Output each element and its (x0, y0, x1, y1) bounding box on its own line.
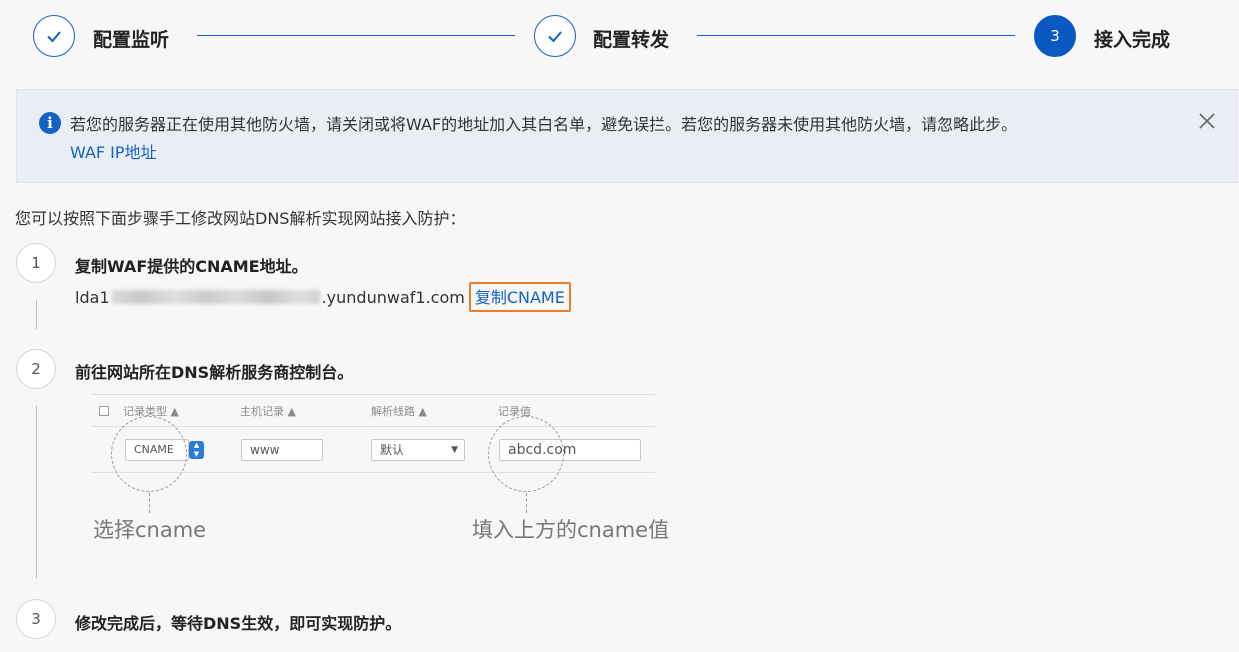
step-1-title: 复制WAF提供的CNAME地址。 (75, 257, 308, 276)
step-number-1: 1 (16, 243, 56, 283)
info-icon: i (39, 112, 61, 134)
intro-text: 您可以按照下面步骤手工修改网站DNS解析实现网站接入防护： (15, 209, 466, 228)
line-select: 默认 ▼ (371, 439, 465, 461)
step-2-check-icon (534, 15, 576, 57)
firewall-info-alert: i 若您的服务器正在使用其他防火墙，请关闭或将WAF的地址加入其白名单，避免误拦… (16, 89, 1238, 183)
stepper-arrows-icon: ▲ ▼ (189, 441, 204, 459)
progress-stepper: 配置监听 配置转发 3 接入完成 (0, 0, 1239, 80)
caption-fill-cname: 填入上方的cname值 (472, 518, 670, 542)
column-header-host: 主机记录 ▲ (240, 405, 296, 418)
step-1-label: 配置监听 (93, 29, 170, 51)
step-connector (197, 35, 515, 36)
waf-ip-link[interactable]: WAF IP地址 (70, 139, 157, 163)
step-1-check-icon (33, 15, 75, 57)
step-3-title: 修改完成后，等待DNS生效，即可实现防护。 (75, 614, 402, 633)
select-all-checkbox (99, 406, 109, 416)
step-3-number: 3 (1034, 15, 1076, 57)
step-3-label: 接入完成 (1094, 29, 1171, 51)
alert-message: 若您的服务器正在使用其他防火墙，请关闭或将WAF的地址加入其白名单，避免误拦。若… (70, 115, 1018, 134)
cname-suffix: .yundunwaf1.com (321, 287, 465, 307)
step-2-label: 配置转发 (593, 29, 670, 51)
close-icon[interactable] (1197, 111, 1217, 131)
pointer-line (526, 493, 527, 513)
divider (92, 394, 655, 395)
step-number-3: 3 (16, 599, 56, 639)
highlight-circle (111, 416, 187, 492)
highlight-circle (488, 416, 564, 492)
caption-select-cname: 选择cname (93, 518, 207, 542)
dns-console-illustration: 记录类型 ▲ 主机记录 ▲ 解析线路 ▲ 记录值 CNAME ▲ ▼ www 默认… (92, 392, 669, 552)
step-number-2: 2 (16, 349, 56, 389)
step-2-title: 前往网站所在DNS解析服务商控制台。 (75, 363, 354, 382)
chevron-down-icon: ▼ (451, 445, 458, 455)
copy-cname-button[interactable]: 复制CNAME (468, 282, 571, 312)
line-select-value: 默认 (380, 443, 405, 457)
cname-address: lda1 .yundunwaf1.com 复制CNAME (75, 282, 571, 312)
cname-redacted (111, 290, 320, 304)
step-connector-line (36, 300, 37, 329)
column-header-line: 解析线路 ▲ (371, 405, 427, 418)
step-connector-line (36, 406, 37, 578)
cname-prefix: lda1 (75, 287, 110, 307)
pointer-line (149, 493, 150, 513)
host-input: www (241, 439, 323, 461)
step-connector (697, 35, 1015, 36)
